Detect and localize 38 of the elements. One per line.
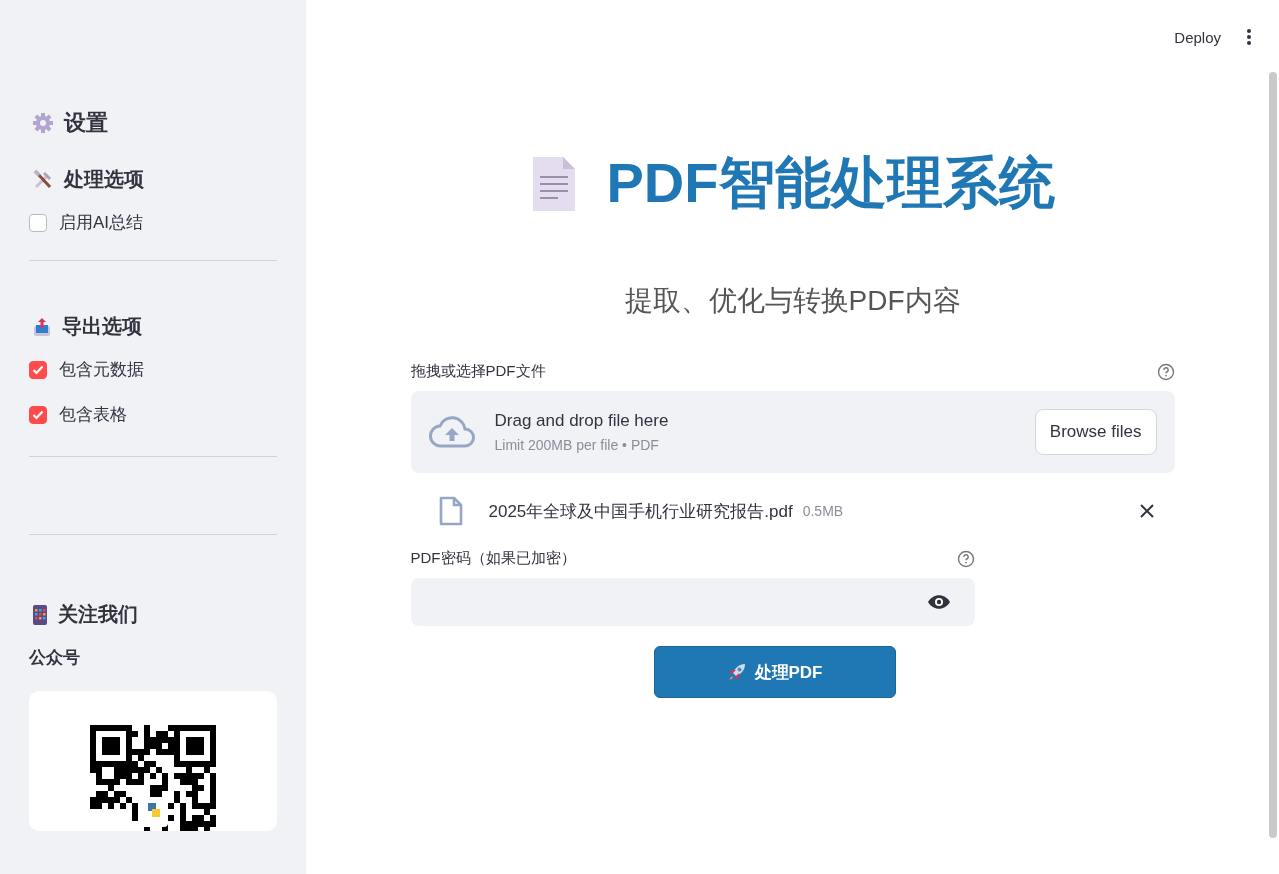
page-title: PDF智能处理系统 (606, 150, 1055, 216)
rocket-icon (726, 662, 747, 682)
file-icon (438, 496, 463, 526)
file-size: 0.5MB (802, 503, 845, 519)
file-limit: Limit 200MB per file • PDF (494, 437, 660, 453)
document-icon (530, 155, 577, 213)
more-menu-icon[interactable] (1245, 26, 1253, 48)
checkbox-label: 包含元数据 (59, 359, 144, 381)
section-heading: 导出选项 (62, 314, 142, 339)
password-field[interactable] (410, 578, 975, 626)
field-label: 拖拽或选择PDF文件 (410, 362, 546, 381)
checkbox[interactable] (29, 360, 47, 379)
checkbox-label: 包含表格 (59, 404, 127, 426)
scrollbar[interactable] (1269, 72, 1277, 838)
hammer-wrench-icon (32, 168, 54, 191)
drop-instructions: Drag and drop file here (494, 411, 670, 431)
phone-icon (32, 603, 48, 626)
checkbox[interactable] (29, 213, 47, 232)
field-label: PDF密码（如果已加密） (410, 549, 576, 568)
sidebar-title: 设置 (64, 109, 108, 137)
checkbox-label: 启用AI总结 (59, 212, 144, 234)
checkbox[interactable] (29, 405, 47, 424)
file-drop-zone[interactable]: Drag and drop file here Limit 200MB per file • PDF Browse files (410, 391, 1175, 473)
gear-icon (32, 112, 54, 134)
close-icon[interactable] (1138, 503, 1155, 519)
process-pdf-button[interactable]: 处理PDF (653, 646, 896, 698)
section-heading: 处理选项 (64, 167, 144, 192)
file-name: 2025年全球及中国手机行业研究报告.pdf (488, 500, 793, 523)
help-icon[interactable] (1156, 362, 1175, 381)
outbox-tray-icon (32, 315, 52, 338)
deploy-button[interactable]: Deploy (1168, 24, 1227, 50)
page-subtitle: 提取、优化与转换PDF内容 (623, 284, 962, 318)
cloud-upload-icon (428, 416, 475, 448)
subheading: 公众号 (29, 647, 81, 669)
section-heading: 关注我们 (58, 602, 138, 627)
browse-files-button[interactable]: Browse files (1034, 409, 1157, 455)
help-icon[interactable] (956, 549, 975, 568)
eye-icon[interactable] (926, 594, 951, 610)
